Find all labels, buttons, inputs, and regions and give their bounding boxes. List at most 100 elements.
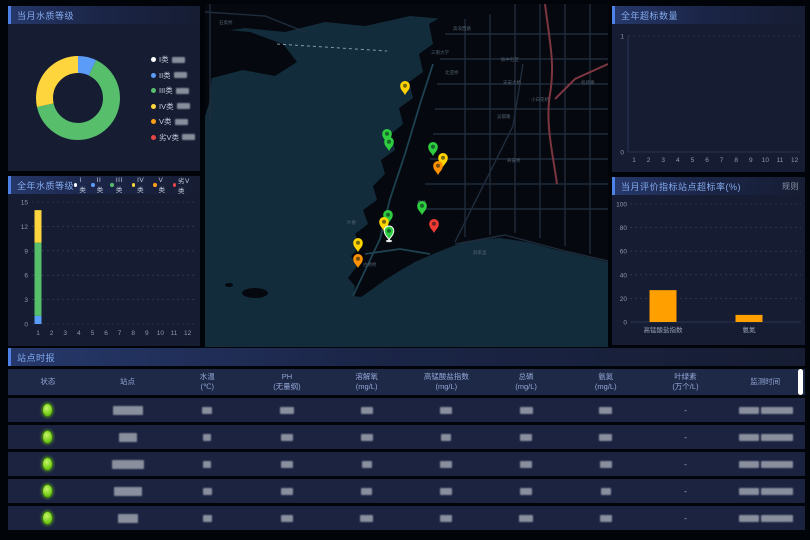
value-cell: [406, 406, 486, 415]
redacted-value: [361, 407, 373, 414]
redacted-value: [362, 461, 372, 468]
status-cell: [8, 403, 88, 417]
map[interactable]: 石奥桥高浪西路三南大学振中社区北亚桥天安大桥机场路小白花桥吴都路寿安桥青杨叶春薛…: [205, 4, 608, 347]
column-name: PH: [247, 372, 327, 382]
panel-title-text: 全年超标数量: [621, 9, 678, 22]
redacted-value: [361, 434, 373, 441]
legend-item[interactable]: 劣V类: [151, 132, 195, 143]
legend-value-redacted: [177, 103, 190, 109]
column-unit: (mg/L): [406, 382, 486, 392]
x-tick-label: 11: [777, 157, 784, 164]
y-tick-label: 60: [620, 249, 628, 256]
y-tick-label: 3: [24, 297, 28, 304]
table-scrollbar[interactable]: [798, 369, 803, 395]
legend-dot-icon: [110, 183, 113, 187]
x-tick-label: 12: [791, 157, 799, 164]
value-cell: [327, 406, 407, 415]
redacted-timestamp: [761, 434, 793, 441]
legend-item[interactable]: V类: [151, 116, 195, 127]
x-tick-label: 9: [749, 157, 753, 164]
panel-title-text: 当月水质等级: [17, 9, 74, 22]
column-header: 状态: [8, 377, 88, 387]
redacted-value: [600, 461, 612, 468]
legend-item[interactable]: 劣V类: [173, 175, 194, 195]
table-row[interactable]: -: [8, 479, 805, 503]
station-cell: [88, 486, 168, 495]
legend-dot-icon: [91, 183, 94, 187]
column-header: 溶解氧(mg/L): [327, 372, 407, 392]
legend-value-redacted: [182, 134, 195, 140]
chlorophyll-cell: -: [646, 433, 726, 442]
redacted-value: [600, 515, 612, 522]
legend-item[interactable]: I类: [74, 177, 87, 194]
panel-annual-exceed: 全年超标数量 01123456789101112: [612, 6, 805, 172]
rate-bar: [650, 290, 677, 322]
redacted-station-name: [118, 514, 138, 523]
stacked-bar-segment: [35, 243, 42, 316]
legend-item[interactable]: IV类: [132, 177, 149, 194]
table-row[interactable]: -: [8, 506, 805, 530]
rules-link[interactable]: 规则: [782, 181, 799, 192]
chlorophyll-cell: -: [646, 406, 726, 415]
y-tick-label: 15: [21, 200, 29, 207]
redacted-value: [519, 515, 533, 522]
legend-item[interactable]: II类: [151, 70, 195, 81]
month-grade-donut-chart: [8, 24, 158, 171]
status-ok-icon: [42, 457, 53, 471]
legend-item[interactable]: III类: [151, 85, 195, 96]
value-cell: [247, 433, 327, 442]
redacted-value: [280, 407, 294, 414]
value-cell: [486, 487, 566, 496]
legend-item[interactable]: V类: [153, 177, 168, 194]
value-cell: [167, 487, 247, 496]
value-cell: [247, 487, 327, 496]
redacted-value: [440, 515, 452, 522]
time-cell: [725, 460, 805, 469]
panel-title-annual-exceed: 全年超标数量: [612, 6, 805, 24]
legend-value-redacted: [176, 88, 189, 94]
table-body: - - - - -: [8, 398, 805, 530]
redacted-station-name: [113, 406, 143, 415]
table-row[interactable]: -: [8, 452, 805, 476]
legend-dot-icon: [151, 135, 156, 140]
legend-item[interactable]: III类: [110, 177, 127, 194]
legend-item[interactable]: I类: [151, 54, 195, 65]
x-tick-label: 7: [118, 330, 122, 337]
table-row[interactable]: -: [8, 425, 805, 449]
redacted-timestamp: [761, 407, 793, 414]
value-cell: [167, 514, 247, 523]
redacted-value: [281, 434, 293, 441]
y-tick-label: 0: [620, 150, 624, 157]
legend-value-redacted: [172, 57, 185, 63]
x-tick-label: 8: [734, 157, 738, 164]
annual-legend: I类 II类 III类 IV类 V类劣V类: [74, 175, 194, 195]
legend-value-redacted: [175, 119, 188, 125]
panel-month-rate: 当月评价指标站点超标率(%) 规则 020406080100高锰酸盐指数氨氮: [612, 177, 805, 345]
value-cell: [566, 514, 646, 523]
legend-label: II类: [159, 70, 171, 81]
map-canvas[interactable]: 石奥桥高浪西路三南大学振中社区北亚桥天安大桥机场路小白花桥吴都路寿安桥青杨叶春薛…: [205, 4, 608, 347]
column-unit: (万个/L): [646, 382, 726, 392]
legend-label: V类: [159, 177, 169, 194]
time-cell: [725, 514, 805, 523]
y-tick-label: 12: [21, 224, 29, 231]
value-cell: [406, 433, 486, 442]
status-ok-icon: [42, 511, 53, 525]
redacted-timestamp: [739, 461, 759, 468]
y-tick-label: 80: [620, 225, 628, 232]
panel-title-text: 当月评价指标站点超标率(%): [621, 180, 741, 193]
x-tick-label: 10: [157, 330, 165, 337]
legend-label: IV类: [137, 177, 149, 194]
legend-item[interactable]: IV类: [151, 101, 195, 112]
table-row[interactable]: -: [8, 398, 805, 422]
rate-bar: [736, 315, 763, 322]
time-cell: [725, 406, 805, 415]
legend-item[interactable]: II类: [91, 177, 106, 194]
redacted-value: [520, 434, 532, 441]
value-cell: [566, 433, 646, 442]
value-cell: [566, 460, 646, 469]
map-place-label: 北亚桥: [445, 69, 459, 76]
legend-label: IV类: [159, 101, 174, 112]
map-place-label: 古杨桥: [363, 261, 377, 268]
redacted-value: [361, 488, 372, 495]
